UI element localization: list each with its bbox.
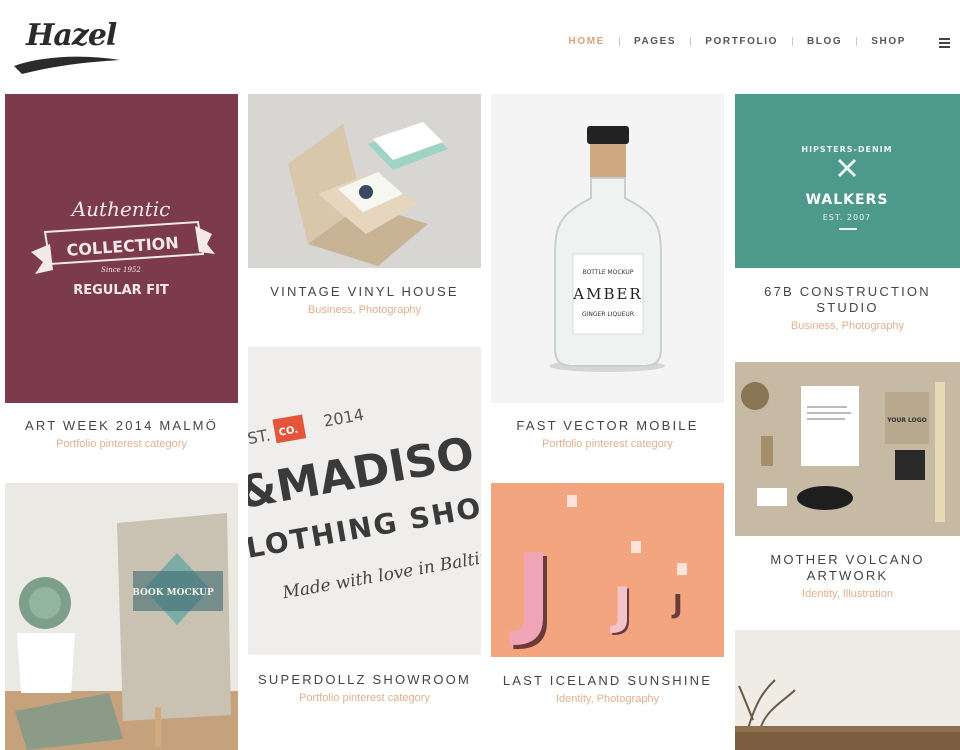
- portfolio-thumbnail[interactable]: HIPSTERS-DENIM WALKERS EST. 2007: [735, 94, 960, 268]
- portfolio-item-fast-vector[interactable]: BOTTLE MOCKUP AMBER GINGER LIQUEUR FAST …: [491, 94, 724, 459]
- svg-text:YOUR LOGO: YOUR LOGO: [886, 417, 927, 424]
- letterpress-mockup-icon: EST. CO. 2014 &MADISO LOTHING SHO Made w…: [248, 347, 481, 655]
- portfolio-item-vintage-vinyl[interactable]: VINTAGE VINYL HOUSE Business, Photograph…: [248, 94, 481, 324]
- portfolio-title[interactable]: 67B CONSTRUCTION STUDIO: [745, 284, 950, 316]
- portfolio-item-mother-volcano[interactable]: YOUR LOGO MOTHER VOLCANO ARTWORK Identit…: [735, 362, 960, 622]
- bottle-mockup-icon: BOTTLE MOCKUP AMBER GINGER LIQUEUR: [491, 94, 724, 403]
- svg-text:BOTTLE MOCKUP: BOTTLE MOCKUP: [583, 269, 634, 276]
- portfolio-item-last-iceland[interactable]: J J J J J LAST ICELAND SUNSHINE Identity…: [491, 483, 724, 743]
- walkers-badge-icon: HIPSTERS-DENIM WALKERS EST. 2007: [735, 94, 960, 268]
- svg-text:EST. 2007: EST. 2007: [823, 213, 872, 222]
- portfolio-title[interactable]: ART WEEK 2014 MALMÖ: [5, 418, 238, 434]
- site-header: Hazel HOME PAGES PORTFOLIO BLOG SHOP: [0, 0, 960, 88]
- portfolio-caption: LAST ICELAND SUNSHINE Identity, Photogra…: [491, 673, 724, 706]
- portfolio-caption: 67B CONSTRUCTION STUDIO Business, Photog…: [735, 284, 960, 333]
- plant-table-icon: [735, 630, 960, 750]
- portfolio-title[interactable]: VINTAGE VINYL HOUSE: [248, 284, 481, 300]
- portfolio-item-superdollz[interactable]: EST. CO. 2014 &MADISO LOTHING SHO Made w…: [248, 347, 481, 737]
- portfolio-caption: ART WEEK 2014 MALMÖ Portfolio pinterest …: [5, 418, 238, 451]
- svg-text:J: J: [671, 590, 683, 620]
- book-mockup-icon: BOOK MOCKUP: [5, 483, 238, 750]
- nav-portfolio[interactable]: PORTFOLIO: [691, 36, 792, 47]
- svg-text:GINGER LIQUEUR: GINGER LIQUEUR: [582, 311, 634, 318]
- nav-pages[interactable]: PAGES: [620, 36, 690, 47]
- portfolio-caption: MOTHER VOLCANO ARTWORK Identity, Illustr…: [735, 552, 960, 601]
- nav-home[interactable]: HOME: [555, 36, 619, 47]
- portfolio-category[interactable]: Portfolio pinterest category: [491, 437, 724, 451]
- portfolio-item-table-mockup[interactable]: [735, 630, 960, 750]
- portfolio-thumbnail[interactable]: J J J J J: [491, 483, 724, 657]
- hamburger-icon[interactable]: [939, 38, 950, 48]
- portfolio-title[interactable]: LAST ICELAND SUNSHINE: [491, 673, 724, 689]
- portfolio-thumbnail[interactable]: YOUR LOGO: [735, 362, 960, 536]
- svg-text:REGULAR FIT: REGULAR FIT: [73, 283, 169, 298]
- portfolio-item-67b-construction[interactable]: HIPSTERS-DENIM WALKERS EST. 2007 67B CON…: [735, 94, 960, 344]
- portfolio-title[interactable]: MOTHER VOLCANO ARTWORK: [745, 552, 950, 584]
- portfolio-item-art-week[interactable]: Authentic COLLECTION Since 1952 REGULAR …: [5, 94, 238, 459]
- portfolio-thumbnail[interactable]: Authentic COLLECTION Since 1952 REGULAR …: [5, 94, 238, 403]
- portfolio-caption: FAST VECTOR MOBILE Portfolio pinterest c…: [491, 418, 724, 451]
- letter-j-mockup-icon: J J J J J: [491, 483, 724, 657]
- portfolio-thumbnail[interactable]: EST. CO. 2014 &MADISO LOTHING SHO Made w…: [248, 347, 481, 655]
- portfolio-category[interactable]: Business, Photography: [248, 303, 481, 317]
- svg-text:WALKERS: WALKERS: [806, 192, 889, 208]
- svg-text:HIPSTERS-DENIM: HIPSTERS-DENIM: [801, 145, 892, 154]
- portfolio-title[interactable]: FAST VECTOR MOBILE: [491, 418, 724, 434]
- portfolio-thumbnail[interactable]: BOOK MOCKUP: [5, 483, 238, 750]
- svg-text:BOOK MOCKUP: BOOK MOCKUP: [132, 588, 214, 598]
- business-card-mockup-icon: [248, 94, 481, 268]
- portfolio-category[interactable]: Business, Photography: [745, 319, 950, 333]
- portfolio-thumbnail[interactable]: [735, 630, 960, 750]
- portfolio-category[interactable]: Portfolio pinterest category: [248, 691, 481, 705]
- brand-logo[interactable]: Hazel: [8, 10, 120, 74]
- portfolio-item-book-mockup[interactable]: BOOK MOCKUP: [5, 483, 238, 750]
- portfolio-category[interactable]: Identity, Photography: [491, 692, 724, 706]
- portfolio-thumbnail[interactable]: [248, 94, 481, 268]
- nav-blog[interactable]: BLOG: [793, 36, 856, 47]
- portfolio-category[interactable]: Identity, Illustration: [745, 587, 950, 601]
- logo-text: Hazel: [26, 18, 117, 53]
- portfolio-caption: SUPERDOLLZ SHOWROOM Portfolio pinterest …: [248, 672, 481, 705]
- svg-text:AMBER: AMBER: [572, 285, 642, 303]
- main-nav: HOME PAGES PORTFOLIO BLOG SHOP: [555, 36, 920, 47]
- svg-text:Since 1952: Since 1952: [101, 266, 141, 274]
- portfolio-title[interactable]: SUPERDOLLZ SHOWROOM: [248, 672, 481, 688]
- collection-badge-icon: Authentic COLLECTION Since 1952 REGULAR …: [31, 197, 215, 298]
- nav-shop[interactable]: SHOP: [857, 36, 920, 47]
- stationery-mockup-icon: YOUR LOGO: [735, 362, 960, 536]
- portfolio-caption: VINTAGE VINYL HOUSE Business, Photograph…: [248, 284, 481, 317]
- portfolio-category[interactable]: Portfolio pinterest category: [5, 437, 238, 451]
- svg-text:J: J: [610, 577, 632, 635]
- svg-text:Authentic: Authentic: [70, 197, 171, 221]
- portfolio-thumbnail[interactable]: BOTTLE MOCKUP AMBER GINGER LIQUEUR: [491, 94, 724, 403]
- svg-text:J: J: [509, 532, 552, 649]
